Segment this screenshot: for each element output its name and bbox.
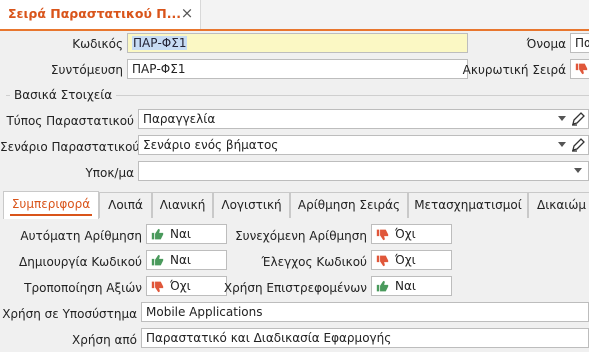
thumbs-down-icon (151, 281, 164, 292)
tab-behavior[interactable]: Συμπεριφορά (3, 191, 99, 219)
thumbs-down-icon (376, 255, 389, 266)
code-label: Κωδικός (72, 37, 123, 51)
tab-permissions[interactable]: Δικαιώμ (528, 192, 589, 218)
section-tab-strip: Συμπεριφορά Λοιπά Λιανική Λογιστική Αρίθ… (0, 190, 589, 220)
doc-type-select[interactable]: Παραγγελία (138, 109, 589, 129)
branch-select[interactable] (138, 161, 589, 181)
chevron-down-icon[interactable] (558, 142, 566, 147)
cancel-series-label: Ακυρωτική Σειρά (462, 63, 566, 77)
name-field[interactable]: Πα (570, 33, 589, 53)
scenario-label: Σενάριο Παραστατικού (0, 140, 140, 154)
tab-series-numbering[interactable]: Αρίθμηση Σειράς (290, 192, 408, 218)
basic-group-title: Βασικά Στοιχεία (10, 88, 117, 102)
chevron-down-icon[interactable] (558, 116, 566, 121)
document-tab-title: Σειρά Παραστατικού Π... (8, 6, 181, 21)
thumbs-down-icon (376, 229, 389, 240)
use-returns-field[interactable]: Ναι (371, 276, 452, 296)
subsystem-field[interactable]: Mobile Applications (141, 302, 589, 322)
cont-num-field[interactable]: Όχι (371, 224, 452, 244)
thumbs-up-icon (151, 254, 164, 265)
check-code-field[interactable]: Όχι (371, 250, 452, 270)
tab-accounting[interactable]: Λογιστική (213, 192, 290, 218)
scenario-value: Σενάριο ενός βήματος (143, 138, 279, 152)
used-by-label: Χρήση από (72, 333, 137, 347)
doc-type-value: Παραγγελία (143, 112, 216, 126)
modify-values-field[interactable]: Όχι (146, 276, 227, 296)
use-returns-label: Χρήση Επιστρεφομένων (223, 281, 367, 295)
modify-values-value: Όχι (170, 279, 191, 293)
cancel-series-field[interactable] (570, 59, 589, 79)
check-code-label: Έλεγχος Κωδικού (261, 255, 367, 269)
create-code-value: Ναι (170, 253, 191, 267)
document-tab[interactable]: Σειρά Παραστατικού Π... × (0, 0, 201, 29)
scenario-select[interactable]: Σενάριο ενός βήματος (138, 135, 589, 155)
auto-num-value: Ναι (170, 227, 191, 241)
create-code-field[interactable]: Ναι (146, 250, 227, 270)
auto-num-field[interactable]: Ναι (146, 224, 227, 244)
short-field[interactable]: ΠΑΡ-ΦΣ1 (127, 59, 468, 79)
code-field[interactable]: ΠΑΡ-ΦΣ1 (127, 33, 468, 53)
pencil-icon[interactable] (570, 137, 586, 153)
use-returns-value: Ναι (395, 279, 416, 293)
chevron-down-icon[interactable] (574, 168, 582, 173)
subsystem-label: Χρήση σε Υποσύστημα (2, 307, 137, 321)
tab-transformations[interactable]: Μετασχηματισμοί (408, 192, 528, 218)
thumbs-up-icon (376, 280, 389, 291)
used-by-field[interactable]: Παραστατικό και Διαδικασία Εφαρμογής (141, 328, 589, 348)
tab-retail[interactable]: Λιανική (152, 192, 213, 218)
modify-values-label: Τροποποίηση Αξιών (24, 281, 142, 295)
auto-num-label: Αυτόματη Αρίθμηση (20, 229, 142, 243)
cont-num-value: Όχι (395, 227, 416, 241)
short-label: Συντόμευση (50, 63, 123, 77)
thumbs-down-icon (575, 63, 588, 75)
branch-label: Υποκ/μα (85, 166, 134, 180)
code-value: ΠΑΡ-ΦΣ1 (132, 36, 188, 50)
doc-type-label: Τύπος Παραστατικού (6, 114, 134, 128)
check-code-value: Όχι (395, 253, 416, 267)
close-icon[interactable]: × (178, 3, 196, 23)
name-label: Όνομα (526, 37, 566, 51)
thumbs-up-icon (151, 228, 164, 239)
cont-num-label: Συνεχόμενη Αρίθμηση (235, 229, 367, 243)
create-code-label: Δημιουργία Κωδικού (19, 255, 142, 269)
tab-other[interactable]: Λοιπά (99, 192, 152, 218)
pencil-icon[interactable] (570, 111, 586, 127)
